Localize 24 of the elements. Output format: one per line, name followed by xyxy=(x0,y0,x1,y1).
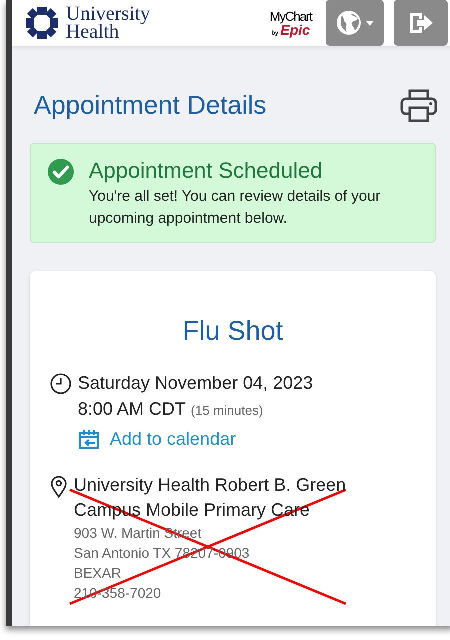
logout-button[interactable] xyxy=(394,0,448,46)
globe-icon xyxy=(336,10,362,36)
print-icon[interactable] xyxy=(400,88,438,122)
alert-message: You're all set! You can review details of your upcoming appointment below. xyxy=(89,187,382,229)
clock-icon xyxy=(50,372,72,394)
check-circle-icon xyxy=(47,158,75,186)
language-button[interactable] xyxy=(326,0,384,46)
logo-icon xyxy=(24,5,60,41)
appointment-time: 8:00 AM CDT xyxy=(78,398,186,420)
caret-icon xyxy=(366,20,374,26)
partner-logo-name: MyChart xyxy=(270,10,312,22)
appointment-title: Flu Shot xyxy=(182,315,284,348)
logo-text: University xyxy=(66,5,150,23)
logout-icon xyxy=(408,11,434,35)
calendar-add-icon xyxy=(78,428,100,450)
appointment-date: Saturday November 04, 2023 xyxy=(78,372,314,395)
address-line: BEXAR xyxy=(74,564,122,582)
logo-text: Health xyxy=(66,23,120,41)
partner-logo-brand: Epic xyxy=(280,22,310,36)
alert-title: Appointment Scheduled xyxy=(89,157,324,185)
page-title: Appointment Details xyxy=(34,89,267,122)
appointment-duration: (15 minutes) xyxy=(191,402,264,420)
add-to-calendar-link[interactable]: Add to calendar xyxy=(78,426,314,452)
location-pin-icon xyxy=(50,474,68,498)
